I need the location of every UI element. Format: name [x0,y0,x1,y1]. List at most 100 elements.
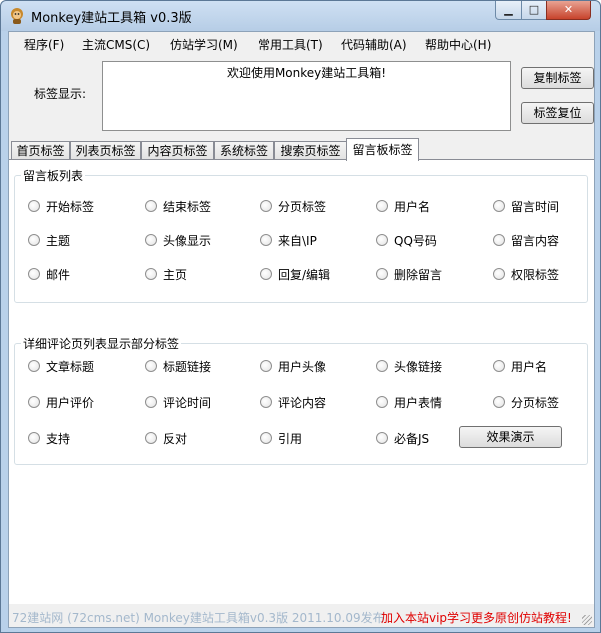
comments-radio[interactable]: 标题链接 [145,358,211,374]
comments-radio[interactable]: 头像链接 [376,358,442,374]
radio-button-icon[interactable] [145,234,157,246]
radio-button-icon[interactable] [145,360,157,372]
guestbook-radio[interactable]: 主题 [28,232,70,248]
comments-radio[interactable]: 反对 [145,430,187,446]
reset-tag-button[interactable]: 标签复位 [521,102,594,124]
radio-button-icon[interactable] [260,360,272,372]
radio-label: 主题 [46,233,71,248]
radio-button-icon[interactable] [28,432,40,444]
tab-home-tags[interactable]: 首页标签 [11,141,70,160]
radio-button-icon[interactable] [493,396,505,408]
comments-radio[interactable]: 文章标题 [28,358,94,374]
app-window: Monkey建站工具箱 v0.3版 ▁ □ ✕ 程序(F) 主流CMS(C) 仿… [0,0,601,633]
radio-label: 用户名 [394,199,431,214]
status-vip-promo[interactable]: 加入本站vip学习更多原创仿站教程! [381,609,572,626]
menu-code-assist[interactable]: 代码辅助(A) [341,36,407,53]
radio-label: 删除留言 [394,267,443,282]
radio-button-icon[interactable] [376,234,388,246]
guestbook-radio[interactable]: 删除留言 [376,266,442,282]
radio-button-icon[interactable] [493,200,505,212]
radio-label: 开始标签 [46,199,95,214]
radio-button-icon[interactable] [28,360,40,372]
menu-cms[interactable]: 主流CMS(C) [82,36,150,53]
title-bar[interactable]: Monkey建站工具箱 v0.3版 ▁ □ ✕ [1,1,600,31]
radio-button-icon[interactable] [145,268,157,280]
radio-label: 来自\IP [278,233,317,248]
comments-radio[interactable]: 引用 [260,430,302,446]
tab-guestbook-tags[interactable]: 留言板标签 [346,138,419,161]
menu-help[interactable]: 帮助中心(H) [425,36,491,53]
tab-list-tags[interactable]: 列表页标签 [70,141,141,160]
radio-button-icon[interactable] [28,200,40,212]
tab-system-tags[interactable]: 系统标签 [214,141,274,160]
radio-button-icon[interactable] [376,360,388,372]
comments-radio[interactable]: 分页标签 [493,394,559,410]
guestbook-radio[interactable]: 邮件 [28,266,70,282]
radio-button-icon[interactable] [28,268,40,280]
guestbook-radio[interactable]: QQ号码 [376,232,437,248]
guestbook-radio[interactable]: 权限标签 [493,266,559,282]
maximize-button[interactable]: □ [521,1,547,20]
comments-radio[interactable]: 评论内容 [260,394,326,410]
radio-button-icon[interactable] [260,234,272,246]
tag-display-label: 标签显示: [34,87,87,101]
comments-radio[interactable]: 评论时间 [145,394,211,410]
radio-button-icon[interactable] [493,268,505,280]
status-site-info[interactable]: 72建站网 (72cms.net) Monkey建站工具箱v0.3版 2011.… [12,609,385,626]
demo-effect-button[interactable]: 效果演示 [459,426,562,448]
tab-content-tags[interactable]: 内容页标签 [141,141,214,160]
tab-strip: 首页标签 列表页标签 内容页标签 系统标签 搜索页标签 留言板标签 [9,138,594,161]
guestbook-radio[interactable]: 留言内容 [493,232,559,248]
comments-radio[interactable]: 用户头像 [260,358,326,374]
radio-button-icon[interactable] [376,268,388,280]
minimize-button[interactable]: ▁ [495,1,522,20]
guestbook-radio[interactable]: 开始标签 [28,198,94,214]
radio-button-icon[interactable] [145,200,157,212]
guestbook-radio[interactable]: 主页 [145,266,187,282]
tag-display-textarea[interactable]: 欢迎使用Monkey建站工具箱! [102,61,511,131]
radio-label: 邮件 [46,267,71,282]
comments-radio[interactable]: 支持 [28,430,70,446]
radio-button-icon[interactable] [145,396,157,408]
radio-label: 评论内容 [278,395,327,410]
close-button[interactable]: ✕ [546,1,591,20]
guestbook-group-title: 留言板列表 [21,167,86,184]
comments-radio[interactable]: 用户名 [493,358,547,374]
menu-clone-learning[interactable]: 仿站学习(M) [170,36,238,53]
copy-tag-button[interactable]: 复制标签 [521,67,594,89]
radio-label: 权限标签 [511,267,560,282]
guestbook-radio[interactable]: 结束标签 [145,198,211,214]
radio-button-icon[interactable] [260,200,272,212]
radio-button-icon[interactable] [145,432,157,444]
comments-radio[interactable]: 必备JS [376,430,429,446]
radio-label: 评论时间 [163,395,212,410]
radio-button-icon[interactable] [260,396,272,408]
menu-common-tools[interactable]: 常用工具(T) [258,36,323,53]
comments-radio[interactable]: 用户表情 [376,394,442,410]
radio-button-icon[interactable] [376,432,388,444]
radio-button-icon[interactable] [28,396,40,408]
monkey-app-icon [11,8,23,24]
guestbook-radio[interactable]: 分页标签 [260,198,326,214]
radio-button-icon[interactable] [28,234,40,246]
radio-button-icon[interactable] [493,234,505,246]
menu-program[interactable]: 程序(F) [24,36,64,53]
radio-label: 反对 [163,431,188,446]
guestbook-radio[interactable]: 留言时间 [493,198,559,214]
radio-button-icon[interactable] [376,396,388,408]
menu-bar: 程序(F) 主流CMS(C) 仿站学习(M) 常用工具(T) 代码辅助(A) 帮… [9,32,594,54]
guestbook-radio[interactable]: 头像显示 [145,232,211,248]
tab-search-tags[interactable]: 搜索页标签 [274,141,347,160]
guestbook-radio[interactable]: 回复/编辑 [260,266,330,282]
resize-grip[interactable] [582,615,592,625]
comments-radio[interactable]: 用户评价 [28,394,94,410]
radio-button-icon[interactable] [260,432,272,444]
radio-button-icon[interactable] [376,200,388,212]
radio-button-icon[interactable] [260,268,272,280]
radio-label: 主页 [163,267,188,282]
guestbook-radio[interactable]: 用户名 [376,198,430,214]
client-area: 程序(F) 主流CMS(C) 仿站学习(M) 常用工具(T) 代码辅助(A) 帮… [8,31,595,628]
radio-button-icon[interactable] [493,360,505,372]
comments-group-title: 详细评论页列表显示部分标签 [21,335,182,352]
guestbook-radio[interactable]: 来自\IP [260,232,317,248]
